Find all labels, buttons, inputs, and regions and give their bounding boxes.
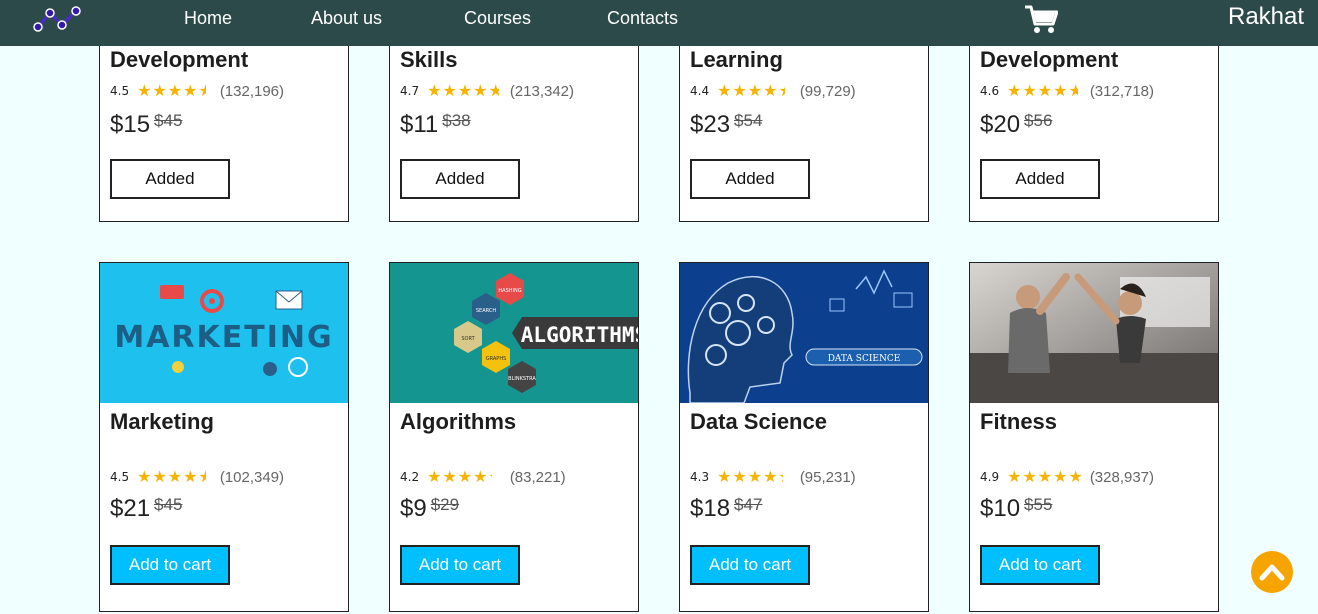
course-title: Development [980,47,1119,72]
rating-row: 4.5 ★★★★★★★★★★ (102,349) [110,468,284,486]
chevron-up-icon [1259,564,1285,581]
marketing-thumbnail[interactable]: MARKETING [100,263,348,403]
star-rating-icon: ★★★★★★★★★★ [137,468,207,486]
old-price: $47 [734,495,763,514]
rating-count: (102,349) [219,468,285,486]
current-price: $15 [110,111,151,138]
star-rating-icon: ★★★★★★★★★★ [1007,82,1078,100]
added-button[interactable]: Added [980,159,1100,199]
old-price: $55 [1024,495,1053,514]
image-tag: GRAPHS [486,356,507,362]
rating-row: 4.3 ★★★★★★★★★★ (95,231) [690,468,856,486]
scroll-to-top-button[interactable] [1251,551,1293,593]
old-price: $54 [734,111,763,130]
current-price: $10 [980,495,1021,522]
star-rating-icon: ★★★★★★★★★★ [137,82,207,100]
rating-number: 4.4 [690,84,710,98]
algorithms-thumbnail[interactable]: HASHING SEARCH SORT GRAPHS BLINKSTRA ALG… [390,263,638,403]
rating-count: (83,221) [509,468,566,486]
star-rating-icon: ★★★★★★★★★★ [1007,468,1083,486]
course-card: Fitness 4.9 ★★★★★★★★★★ (328,937) $10$55 … [969,262,1219,612]
network-nodes-logo-icon[interactable] [32,3,82,33]
current-price: $21 [110,495,151,522]
rating-number: 4.7 [400,84,420,98]
course-card: MARKETING Marketing 4.5 ★★★★★★★★★★ (102,… [99,262,349,612]
rating-count: (213,342) [509,82,575,100]
navbar: Home About us Courses Contacts Rakhat [0,0,1318,46]
nav-link-home[interactable]: Home [184,8,232,29]
image-tag: SEARCH [476,308,496,314]
star-rating-icon: ★★★★★★★★★★ [717,468,783,486]
rating-number: 4.3 [690,470,710,484]
add-to-cart-button[interactable]: Add to cart [400,545,520,585]
old-price: $38 [442,111,471,130]
rating-row: 4.7 ★★★★★★★★★★ (213,342) [400,82,574,100]
rating-count: (312,718) [1089,82,1155,100]
add-to-cart-button[interactable]: Add to cart [980,545,1100,585]
star-rating-icon: ★★★★★★★★★★ [427,468,491,486]
star-rating-icon: ★★★★★★★★★★ [717,82,785,100]
course-title: Marketing [110,409,214,434]
rating-number: 4.6 [980,84,1000,98]
price-row: $15 $45 [110,111,182,139]
image-tag: BLINKSTRA [508,376,536,382]
rating-row: 4.9 ★★★★★★★★★★ (328,937) [980,468,1154,486]
added-button[interactable]: Added [690,159,810,199]
course-title: Development [110,47,249,72]
image-tag: SORT [461,336,475,342]
old-price: $29 [430,495,460,514]
rating-number: 4.2 [400,470,420,484]
add-to-cart-button[interactable]: Add to cart [690,545,810,585]
data-science-thumbnail[interactable]: DATA SCIENCE [680,263,928,403]
old-price: $45 [154,111,183,130]
user-name[interactable]: Rakhat [1228,3,1304,31]
course-card: HASHING SEARCH SORT GRAPHS BLINKSTRA ALG… [389,262,639,612]
star-rating-icon: ★★★★★★★★★★ [427,82,500,100]
price-row: $11 $38 [400,111,471,139]
current-price: $9 [400,495,427,522]
price-row: $23 $54 [690,111,762,139]
rating-row: 4.6 ★★★★★★★★★★ (312,718) [980,82,1154,100]
nav-link-contacts[interactable]: Contacts [607,8,678,29]
course-title: Fitness [980,409,1058,434]
rating-row: 4.4 ★★★★★★★★★★ (99,729) [690,82,856,100]
thumbnail-text: ALGORITHMS [521,323,638,347]
added-button[interactable]: Added [110,159,230,199]
rating-row: 4.2 ★★★★★★★★★★ (83,221) [400,468,566,486]
current-price: $23 [690,111,731,138]
old-price: $45 [154,495,183,514]
price-row: $18 $47 [690,495,762,523]
fitness-thumbnail[interactable] [970,263,1218,403]
rating-number: 4.5 [110,470,130,484]
price-row: $10 $55 [980,495,1052,523]
rating-number: 4.5 [110,84,130,98]
rating-count: (132,196) [219,82,285,100]
nav-link-courses[interactable]: Courses [464,8,531,29]
rating-count: (328,937) [1089,468,1155,486]
rating-count: (95,231) [799,468,856,486]
course-title: Algorithms [400,409,517,434]
rating-row: 4.5 ★★★★★★★★★★ (132,196) [110,82,284,100]
course-title: Learning [690,47,783,72]
old-price: $56 [1024,111,1053,130]
nav-link-about[interactable]: About us [311,8,382,29]
current-price: $20 [980,111,1021,138]
rating-number: 4.9 [980,470,1000,484]
course-card: DATA SCIENCE Data Science 4.3 ★★★★★★★★★★… [679,262,929,612]
added-button[interactable]: Added [400,159,520,199]
image-tag: HASHING [498,288,521,294]
price-row: $20 $56 [980,111,1052,139]
rating-count: (99,729) [799,82,856,100]
thumbnail-text: DATA SCIENCE [828,354,901,364]
price-row: $9 $29 [400,495,459,523]
add-to-cart-button[interactable]: Add to cart [110,545,230,585]
current-price: $18 [690,495,731,522]
thumbnail-text: MARKETING [114,320,333,355]
shopping-cart-icon[interactable] [1024,5,1058,35]
course-title: Data Science [690,409,827,434]
price-row: $21 $45 [110,495,182,523]
current-price: $11 [400,111,439,138]
course-title: Skills [400,47,458,72]
